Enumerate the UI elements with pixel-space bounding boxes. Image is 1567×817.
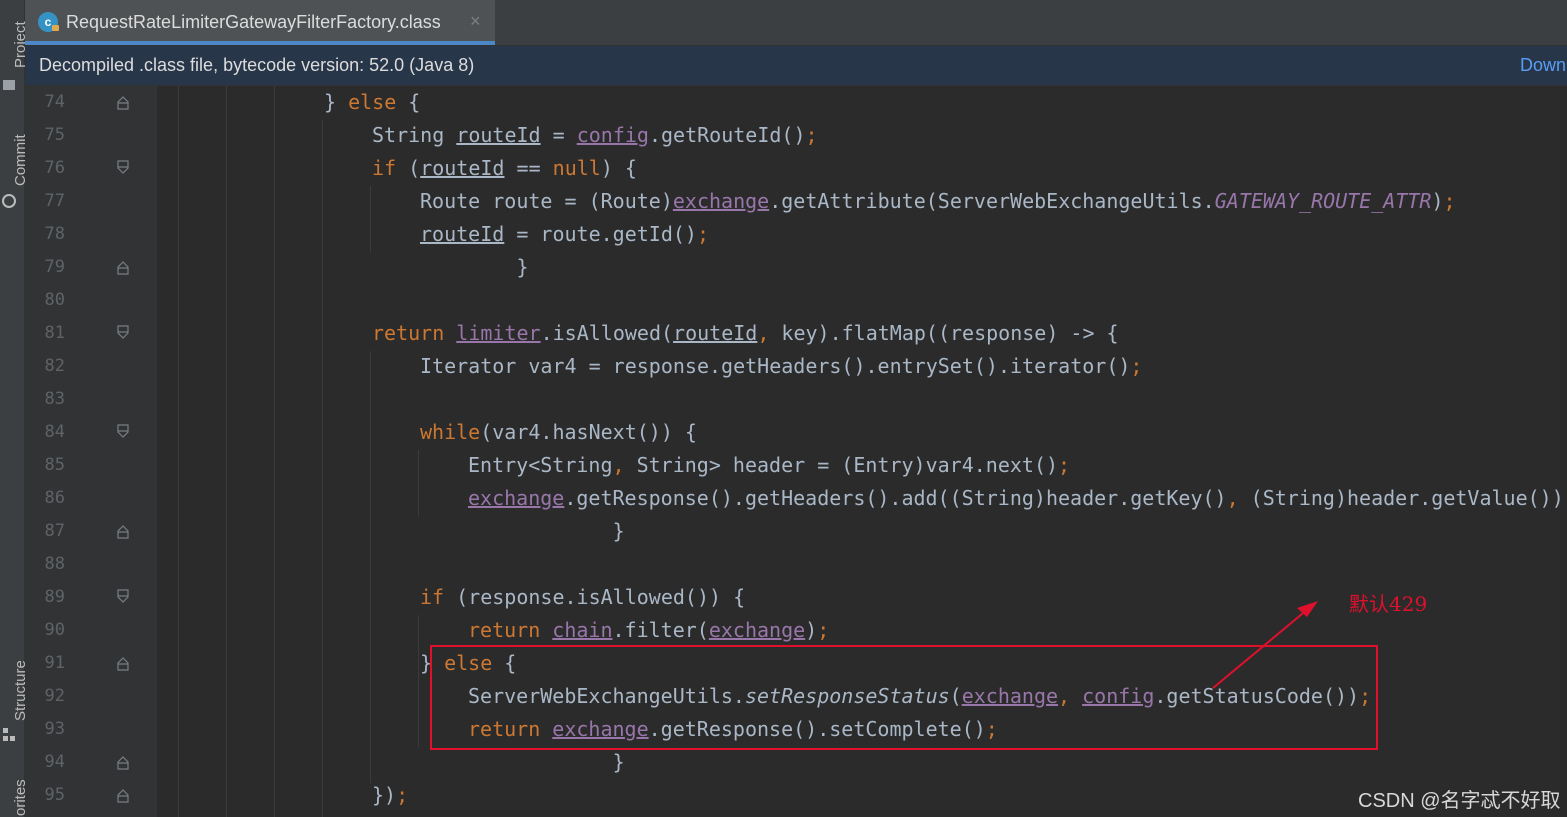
line-number: 87 (44, 521, 65, 541)
highlight-box (430, 645, 1378, 750)
code-text: if (response.isAllowed()) { (420, 585, 746, 609)
commit-icon (2, 194, 16, 208)
code-text: String routeId = config.getRouteId(); (372, 123, 818, 147)
line-number: 91 (44, 653, 65, 673)
line-number: 84 (44, 422, 65, 442)
banner-message: Decompiled .class file, bytecode version… (39, 55, 475, 75)
line-number: 77 (44, 191, 65, 211)
code-line: 82 Iterator var4 = response.getHeaders()… (25, 350, 1567, 383)
code-line: 89 if (response.isAllowed()) { (25, 581, 1567, 614)
code-text: Route route = (Route)exchange.getAttribu… (420, 189, 1456, 213)
fold-start-icon[interactable] (117, 160, 129, 176)
line-number: 81 (44, 323, 65, 343)
fold-end-icon[interactable] (117, 523, 129, 539)
fold-start-icon[interactable] (117, 424, 129, 440)
code-line: 95 }); (25, 779, 1567, 812)
structure-icon (3, 728, 15, 742)
project-tool-button[interactable]: Project (0, 0, 29, 95)
tab-title: RequestRateLimiterGatewayFilterFactory.c… (66, 12, 441, 32)
line-number: 76 (44, 158, 65, 178)
code-line: 79 } (25, 251, 1567, 284)
left-tool-strip: Project Commit Structure orites (0, 0, 29, 817)
code-line: 76 if (routeId == null) { (25, 152, 1567, 185)
lock-icon (52, 25, 59, 31)
active-tab-indicator (25, 41, 495, 45)
editor-tab-bar: c RequestRateLimiterGatewayFilterFactory… (25, 0, 1567, 46)
code-line: 80 (25, 284, 1567, 317)
code-text: routeId = route.getId(); (420, 222, 709, 246)
line-number: 90 (44, 620, 65, 640)
code-line: 77 Route route = (Route)exchange.getAttr… (25, 185, 1567, 218)
line-number: 88 (44, 554, 65, 574)
code-line: 86 exchange.getResponse().getHeaders().a… (25, 482, 1567, 515)
code-line: 84 while(var4.hasNext()) { (25, 416, 1567, 449)
line-number: 92 (44, 686, 65, 706)
code-text: } (372, 255, 529, 279)
code-line: 90 return chain.filter(exchange); (25, 614, 1567, 647)
code-text: } else { (324, 90, 421, 114)
code-text: return limiter.isAllowed(routeId, key).f… (372, 321, 1119, 345)
line-number: 79 (44, 257, 65, 277)
tab-request-rate-limiter[interactable]: c RequestRateLimiterGatewayFilterFactory… (25, 0, 495, 45)
line-number: 82 (44, 356, 65, 376)
code-text: Entry<String, String> header = (Entry)va… (468, 453, 1071, 477)
watermark: CSDN @名字忒不好取 (1358, 790, 1561, 812)
fold-end-icon[interactable] (117, 754, 129, 770)
code-text: exchange.getResponse().getHeaders().add(… (468, 486, 1567, 510)
favorites-tool-button[interactable]: orites (0, 770, 29, 817)
download-sources-link[interactable]: Down (1520, 55, 1566, 76)
line-number: 75 (44, 125, 65, 145)
code-line: 83 (25, 383, 1567, 416)
fold-start-icon[interactable] (117, 589, 129, 605)
line-number: 86 (44, 488, 65, 508)
code-line: 87 } (25, 515, 1567, 548)
line-number: 93 (44, 719, 65, 739)
code-text: } (420, 750, 625, 774)
fold-end-icon[interactable] (117, 259, 129, 275)
decompiled-banner: Decompiled .class file, bytecode version… (25, 46, 1567, 86)
line-number: 85 (44, 455, 65, 475)
annotation-label: 默认429 (1349, 592, 1428, 616)
code-text: return chain.filter(exchange); (468, 618, 830, 642)
code-text: } (420, 519, 625, 543)
code-line: 78 routeId = route.getId(); (25, 218, 1567, 251)
commit-tool-button[interactable]: Commit (0, 118, 29, 210)
line-number: 95 (44, 785, 65, 805)
line-number: 78 (44, 224, 65, 244)
line-number: 83 (44, 389, 65, 409)
code-text: while(var4.hasNext()) { (420, 420, 697, 444)
close-icon[interactable]: × (470, 11, 481, 32)
folder-icon (3, 80, 15, 90)
line-number: 94 (44, 752, 65, 772)
structure-tool-button[interactable]: Structure (0, 645, 29, 750)
line-number: 80 (44, 290, 65, 310)
line-number: 74 (44, 92, 65, 112)
code-line: 74 } else { (25, 86, 1567, 119)
line-number: 89 (44, 587, 65, 607)
fold-start-icon[interactable] (117, 325, 129, 341)
fold-end-icon[interactable] (117, 94, 129, 110)
code-line: 81 return limiter.isAllowed(routeId, key… (25, 317, 1567, 350)
code-text: Iterator var4 = response.getHeaders().en… (420, 354, 1143, 378)
fold-end-icon[interactable] (117, 655, 129, 671)
code-line: 88 (25, 548, 1567, 581)
fold-end-icon[interactable] (117, 787, 129, 803)
code-line: 75 String routeId = config.getRouteId(); (25, 119, 1567, 152)
code-text: if (routeId == null) { (372, 156, 637, 180)
code-line: 85 Entry<String, String> header = (Entry… (25, 449, 1567, 482)
code-line: 94 } (25, 746, 1567, 779)
code-text: }); (372, 783, 409, 807)
